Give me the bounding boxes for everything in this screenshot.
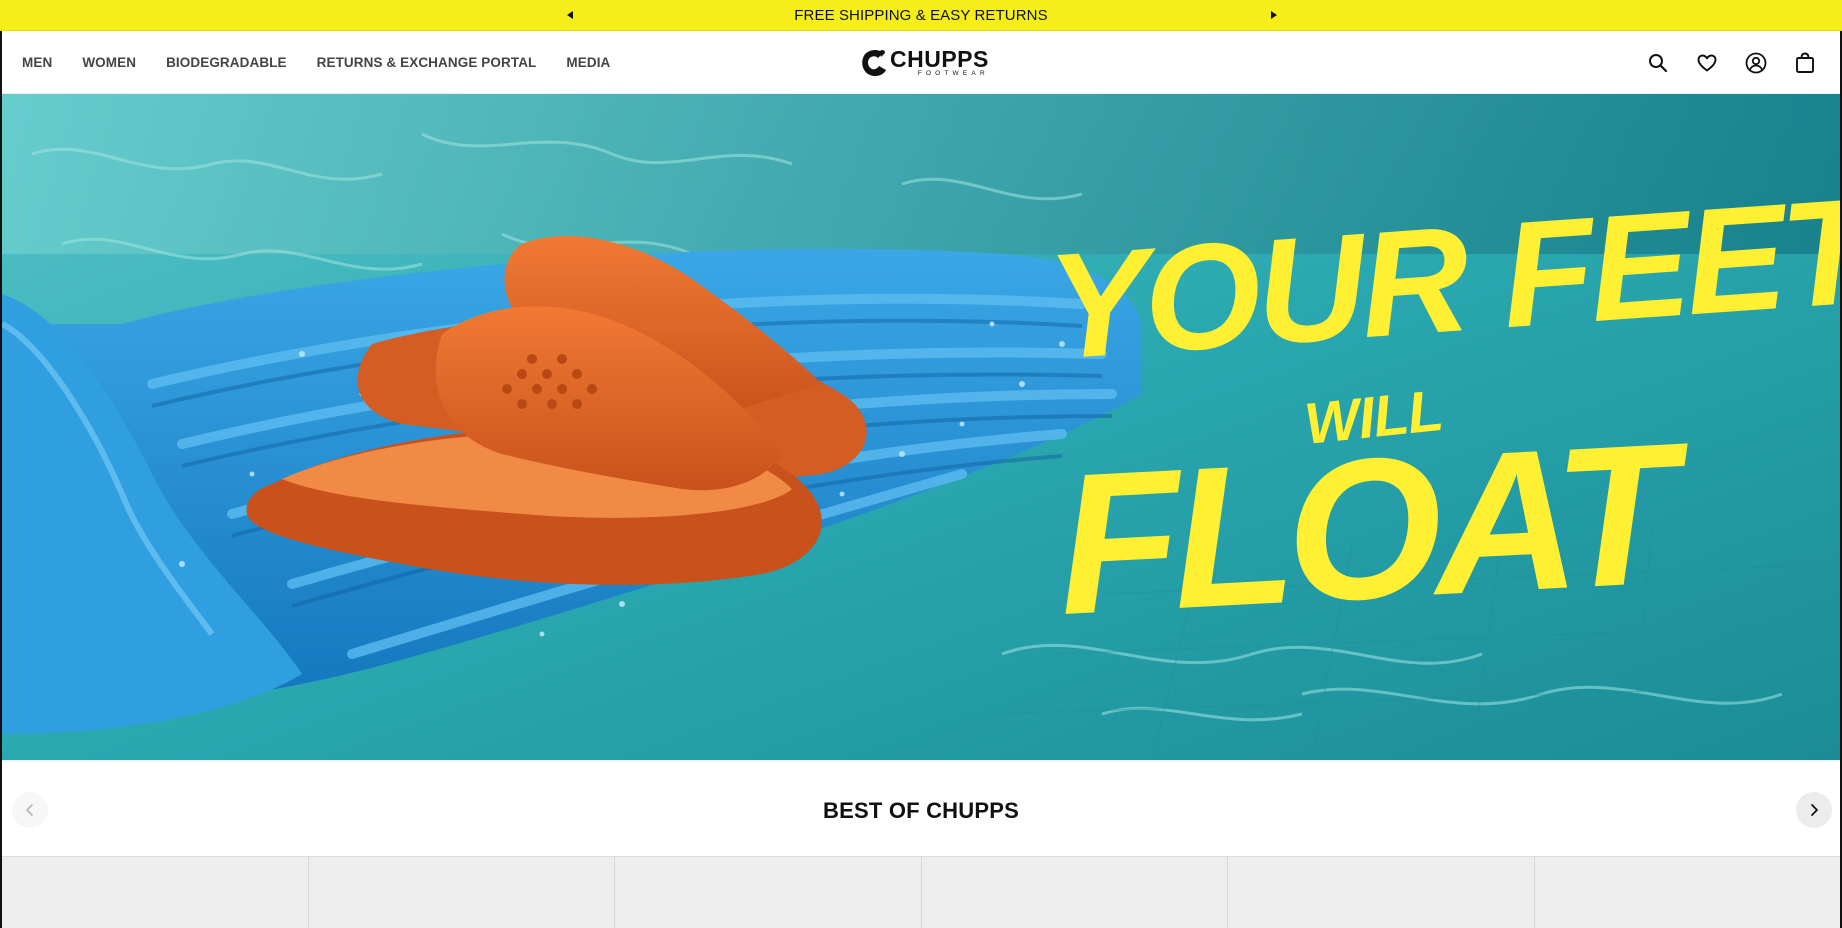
search-icon — [1649, 53, 1668, 72]
best-of-section: BEST OF CHUPPS — [0, 760, 1842, 856]
product-tile[interactable] — [308, 857, 615, 928]
nav-item-men[interactable]: MEN — [22, 55, 52, 70]
chevron-right-icon — [1811, 804, 1818, 816]
carousel-next-button[interactable] — [1796, 792, 1832, 828]
triangle-left-icon — [567, 11, 573, 19]
product-tile[interactable] — [921, 857, 1228, 928]
announcement-bar: FREE SHIPPING & EASY RETURNS — [0, 0, 1842, 31]
heart-icon — [1697, 54, 1717, 71]
product-tiles — [2, 856, 1840, 928]
logo-tagline: FOOTWEAR — [917, 70, 989, 77]
announcement-prev-button[interactable] — [563, 8, 577, 22]
product-tile[interactable] — [1534, 857, 1840, 928]
search-button[interactable] — [1645, 50, 1671, 76]
bag-icon — [1796, 52, 1814, 73]
logo-brand: CHUPPS — [890, 46, 989, 72]
header-icons — [1622, 31, 1818, 94]
nav-item-biodegradable[interactable]: BIODEGRADABLE — [166, 55, 287, 70]
section-title: BEST OF CHUPPS — [823, 798, 1019, 823]
announcement-next-button[interactable] — [1267, 8, 1281, 22]
triangle-right-icon — [1271, 11, 1277, 19]
account-icon — [1745, 52, 1767, 73]
chupps-c-mark-icon — [862, 49, 886, 76]
hero-image: YOUR FEET WILL FLOAT — [2, 94, 1840, 760]
window-edge-left — [0, 31, 2, 928]
wishlist-button[interactable] — [1694, 50, 1720, 76]
cart-button[interactable] — [1792, 50, 1818, 76]
nav-item-women[interactable]: WOMEN — [82, 55, 136, 70]
announcement-text: FREE SHIPPING & EASY RETURNS — [794, 6, 1048, 24]
nav-item-returns-exchange-portal[interactable]: RETURNS & EXCHANGE PORTAL — [317, 55, 537, 70]
logo[interactable]: CHUPPS FOOTWEAR — [861, 45, 989, 81]
product-tile[interactable] — [1228, 857, 1535, 928]
product-tile[interactable] — [2, 857, 309, 928]
logo-words: CHUPPS FOOTWEAR — [890, 48, 989, 78]
main-nav: MEN WOMEN BIODEGRADABLE RETURNS & EXCHAN… — [22, 31, 640, 94]
hero-banner[interactable]: YOUR FEET WILL FLOAT — [2, 94, 1840, 760]
nav-item-media[interactable]: MEDIA — [566, 55, 610, 70]
site-header: MEN WOMEN BIODEGRADABLE RETURNS & EXCHAN… — [0, 31, 1842, 94]
hero-headline-line3: FLOAT — [1053, 401, 1698, 657]
account-button[interactable] — [1743, 50, 1769, 76]
product-tile[interactable] — [615, 857, 922, 928]
